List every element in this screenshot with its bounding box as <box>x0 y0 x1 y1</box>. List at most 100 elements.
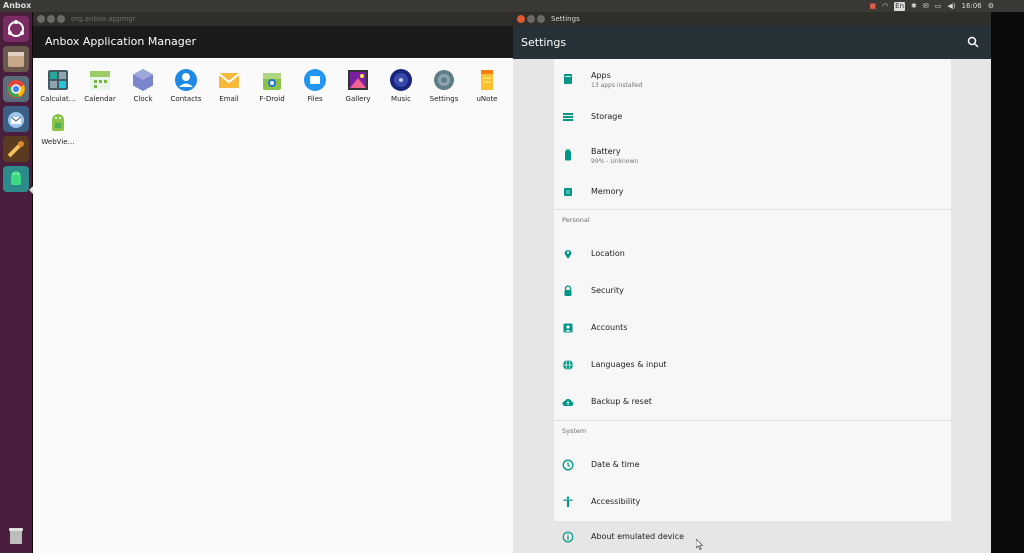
cloud-upload-icon <box>562 396 574 408</box>
app-label: Calculat… <box>40 95 76 103</box>
setting-title: Accessibility <box>591 497 641 506</box>
maximize-window-button[interactable] <box>57 15 65 23</box>
app-webview[interactable]: WebVie… <box>37 111 79 146</box>
clock-icon <box>133 69 153 91</box>
setting-apps[interactable]: Apps 13 apps installed <box>554 59 951 99</box>
record-indicator-icon[interactable]: ■ <box>869 0 876 12</box>
app-contacts[interactable]: Contacts <box>165 68 207 103</box>
close-window-button[interactable] <box>37 15 45 23</box>
app-label: WebVie… <box>41 138 75 146</box>
setting-date-time[interactable]: Date & time <box>554 447 951 483</box>
maximize-window-button[interactable] <box>537 15 545 23</box>
app-manager-titlebar[interactable]: org.anbox.appmgr <box>33 12 513 26</box>
globe-icon <box>562 359 574 371</box>
thunderbird-icon[interactable] <box>3 106 29 132</box>
clock-icon <box>562 459 574 471</box>
mail-icon[interactable]: ✉ <box>923 0 929 12</box>
app-fdroid[interactable]: F-Droid <box>251 68 293 103</box>
app-calculator[interactable]: Calculat… <box>37 68 79 103</box>
app-manager-window: org.anbox.appmgr Anbox Application Manag… <box>33 12 513 553</box>
battery-icon[interactable]: ▭ <box>935 0 942 12</box>
setting-title: Memory <box>591 187 624 196</box>
setting-accounts[interactable]: Accounts <box>554 310 951 346</box>
app-gallery[interactable]: Gallery <box>337 68 379 103</box>
app-label: uNote <box>476 95 498 103</box>
setting-subtitle: 13 apps installed <box>591 82 643 89</box>
active-app-title: Anbox <box>3 1 32 10</box>
location-icon <box>562 248 574 260</box>
bluetooth-icon[interactable]: ✱ <box>911 0 917 12</box>
app-label: Contacts <box>170 95 202 103</box>
setting-backup-reset[interactable]: Backup & reset <box>554 384 951 420</box>
accessibility-icon <box>562 496 574 508</box>
battery-icon <box>562 149 574 161</box>
window-title: org.anbox.appmgr <box>71 15 136 23</box>
setting-battery[interactable]: Battery 99% - Unknown <box>554 135 951 175</box>
settings-toolbar: Settings <box>513 26 991 59</box>
setting-title: Storage <box>591 112 623 121</box>
toolbar-title: Settings <box>521 36 567 49</box>
setting-title: Languages & input <box>591 360 667 369</box>
launcher <box>0 12 33 553</box>
account-icon <box>562 322 574 334</box>
gallery-icon <box>348 70 368 90</box>
mouse-cursor-icon <box>696 539 704 550</box>
app-unote[interactable]: uNote <box>466 68 508 103</box>
app-clock[interactable]: Clock <box>122 68 164 103</box>
volume-icon[interactable]: ◀) <box>947 0 955 12</box>
section-divider <box>554 209 951 210</box>
desktop-screen: Anbox ■ ◠ En ✱ ✉ ▭ ◀) 16:06 ⚙ org.anbox.… <box>0 0 1024 553</box>
app-label: Music <box>391 95 411 103</box>
webview-icon <box>52 114 64 131</box>
trash-icon[interactable] <box>3 522 29 548</box>
app-settings[interactable]: Settings <box>423 68 465 103</box>
setting-storage[interactable]: Storage <box>554 99 951 135</box>
setting-security[interactable]: Security <box>554 273 951 309</box>
close-window-button[interactable] <box>517 15 525 23</box>
app-label: Clock <box>133 95 153 103</box>
app-music[interactable]: Music <box>380 68 422 103</box>
memory-icon <box>562 186 574 198</box>
section-header-system: System <box>562 427 587 435</box>
anbox-icon[interactable] <box>3 166 29 192</box>
section-header-personal: Personal <box>562 216 590 224</box>
system-tray: ■ ◠ En ✱ ✉ ▭ ◀) 16:06 ⚙ <box>869 0 994 12</box>
setting-memory[interactable]: Memory <box>554 175 951 211</box>
setting-accessibility[interactable]: Accessibility <box>554 484 951 520</box>
settings-window: Settings Settings Apps 13 apps installed… <box>513 12 991 553</box>
minimize-window-button[interactable] <box>527 15 535 23</box>
app-calendar[interactable]: Calendar <box>79 68 121 103</box>
app-label: F-Droid <box>259 95 285 103</box>
ubuntu-dash-icon[interactable] <box>3 16 29 42</box>
fdroid-icon <box>263 73 281 90</box>
setting-title: Battery <box>591 147 621 156</box>
setting-title: Backup & reset <box>591 397 652 406</box>
settings-titlebar[interactable]: Settings <box>513 12 991 26</box>
clock[interactable]: 16:06 <box>962 0 982 12</box>
toolbar-title: Anbox Application Manager <box>45 35 197 48</box>
search-icon[interactable] <box>967 36 979 48</box>
setting-title: Apps <box>591 71 611 80</box>
top-panel: Anbox ■ ◠ En ✱ ✉ ▭ ◀) 16:06 ⚙ <box>0 0 1024 12</box>
setting-title: Date & time <box>591 460 640 469</box>
app-label: Gallery <box>345 95 371 103</box>
settings-icon <box>434 70 454 90</box>
gear-icon[interactable]: ⚙ <box>988 0 994 12</box>
window-title: Settings <box>551 15 580 23</box>
keyboard-layout-indicator[interactable]: En <box>894 1 906 11</box>
setting-about-device[interactable]: About emulated device <box>554 521 951 553</box>
chromium-icon[interactable] <box>3 76 29 102</box>
wifi-icon[interactable]: ◠ <box>882 0 888 12</box>
app-files[interactable]: Files <box>294 68 336 103</box>
setting-languages-input[interactable]: Languages & input <box>554 347 951 383</box>
unote-icon <box>481 70 493 90</box>
calculator-icon <box>48 70 68 90</box>
app-label: Calendar <box>84 95 116 103</box>
system-tools-icon[interactable] <box>3 136 29 162</box>
email-icon <box>218 73 240 88</box>
files-launcher-icon[interactable] <box>3 46 29 72</box>
minimize-window-button[interactable] <box>47 15 55 23</box>
setting-title: About emulated device <box>591 532 685 541</box>
setting-location[interactable]: Location <box>554 236 951 272</box>
app-email[interactable]: Email <box>208 68 250 103</box>
